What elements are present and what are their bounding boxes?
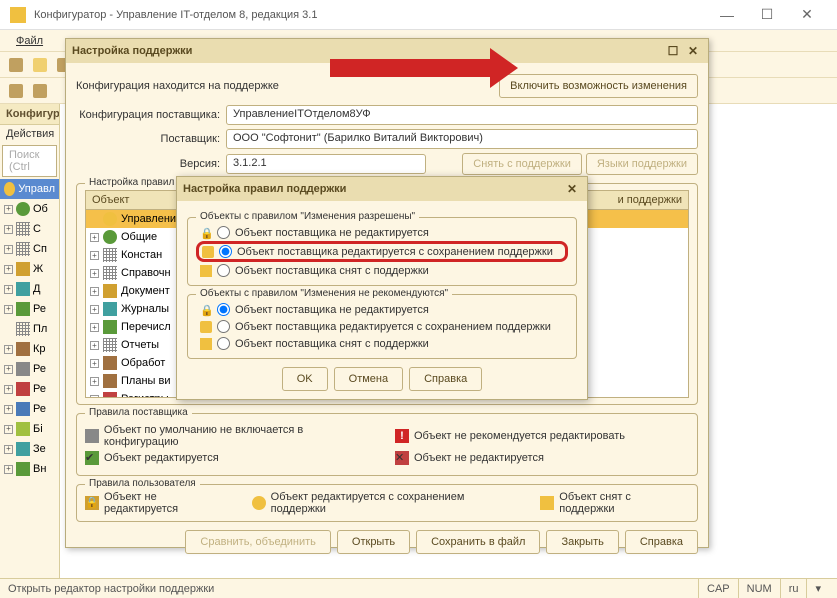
tree-item[interactable]: +Ре — [0, 299, 59, 319]
close-dialog-button[interactable]: Закрыть — [546, 530, 618, 554]
status-lang[interactable]: ru — [780, 579, 807, 598]
close-button[interactable]: ✕ — [787, 0, 827, 30]
sidebar-search[interactable]: Поиск (Ctrl — [2, 145, 57, 177]
tree-item[interactable]: +Ж — [0, 259, 59, 279]
remove-support-button[interactable]: Снять с поддержки — [462, 153, 582, 175]
vendor-rule: ✕Объект не редактируется — [395, 451, 689, 465]
vendor-rule: ✔Объект редактируется — [85, 451, 379, 465]
supplier-field: ООО "Софтонит" (Барилко Виталий Викторов… — [226, 129, 698, 149]
radio-edited-with-support-2[interactable]: Объект поставщика редактируется с сохран… — [196, 318, 568, 335]
dialog-close-icon[interactable]: ✕ — [684, 43, 702, 59]
help-button-2[interactable]: Справка — [409, 367, 482, 391]
dialog2-button-row: OK Отмена Справка — [187, 367, 577, 391]
tree-item[interactable]: +Ре — [0, 379, 59, 399]
save-to-file-button[interactable]: Сохранить в файл — [416, 530, 540, 554]
menu-file[interactable]: Файл — [8, 33, 51, 49]
status-cap: CAP — [698, 579, 738, 598]
dialog2-titlebar: Настройка правил поддержки ✕ — [177, 177, 587, 201]
toolbar-btn-b[interactable] — [29, 80, 51, 102]
maximize-button[interactable]: ☐ — [747, 0, 787, 30]
support-languages-button[interactable]: Языки поддержки — [586, 153, 698, 175]
status-hint: Открыть редактор настройки поддержки — [8, 583, 214, 595]
vendor-config-label: Конфигурация поставщика: — [76, 109, 226, 121]
open-button[interactable]: Открыть — [337, 530, 410, 554]
radio-not-edited-2[interactable]: 🔒Объект поставщика не редактируется — [196, 301, 568, 318]
vendor-config-field[interactable]: УправлениеITОтделом8УФ — [226, 105, 698, 125]
tree-item[interactable]: +Об — [0, 199, 59, 219]
vendor-rule: Объект по умолчанию не включается в конф… — [85, 424, 379, 448]
tree-item[interactable]: +Зе — [0, 439, 59, 459]
version-field: 3.1.2.1 — [226, 154, 426, 174]
radio-removed-support-2[interactable]: Объект поставщика снят с поддержки — [196, 335, 568, 352]
minimize-button[interactable]: — — [707, 0, 747, 30]
radio-removed-support[interactable]: Объект поставщика снят с поддержки — [196, 262, 568, 279]
main-titlebar: Конфигуратор - Управление IT-отделом 8, … — [0, 0, 837, 30]
status-dropdown-icon[interactable]: ▾ — [806, 579, 829, 598]
vendor-rules-fieldset: Правила поставщика Объект по умолчанию н… — [76, 413, 698, 476]
toolbar-btn-new[interactable] — [5, 54, 27, 76]
tree-item[interactable]: +Бі — [0, 419, 59, 439]
dialog-maximize-icon[interactable]: ☐ — [664, 43, 682, 59]
dialog-button-row: Сравнить, объединить Открыть Сохранить в… — [76, 530, 698, 554]
cancel-button[interactable]: Отмена — [334, 367, 403, 391]
tree-item[interactable]: +Сп — [0, 239, 59, 259]
config-tree-sidebar: Конфигур Действия Поиск (Ctrl Управл +Об… — [0, 104, 60, 596]
status-bar: Открыть редактор настройки поддержки CAP… — [0, 578, 837, 598]
tree-item[interactable]: +Кр — [0, 339, 59, 359]
toolbar-btn-a[interactable] — [5, 80, 27, 102]
vendor-rule: !Объект не рекомендуется редактировать — [395, 424, 689, 448]
tree-item[interactable]: +Ре — [0, 359, 59, 379]
config-status-text: Конфигурация находится на поддержке — [76, 80, 499, 92]
help-button[interactable]: Справка — [625, 530, 698, 554]
dialog2-close-icon[interactable]: ✕ — [563, 181, 581, 197]
toolbar-btn-open[interactable] — [29, 54, 51, 76]
sidebar-actions[interactable]: Действия — [0, 125, 59, 143]
radio-not-edited[interactable]: 🔒Объект поставщика не редактируется — [196, 224, 568, 241]
tree-item[interactable]: +Ре — [0, 399, 59, 419]
user-rules-fieldset: Правила пользователя 🔒Объект не редактир… — [76, 484, 698, 522]
status-num: NUM — [738, 579, 780, 598]
sidebar-tab[interactable]: Конфигур — [0, 104, 59, 125]
changes-allowed-fieldset: Объекты с правилом "Изменения разрешены"… — [187, 217, 577, 286]
tree-item[interactable]: +С — [0, 219, 59, 239]
sidebar-root[interactable]: Управл — [0, 179, 59, 199]
tree-item[interactable]: +Вн — [0, 459, 59, 479]
tree-item[interactable]: +Д — [0, 279, 59, 299]
enable-changes-button[interactable]: Включить возможность изменения — [499, 74, 698, 98]
dialog-title: Настройка поддержки — [72, 45, 192, 57]
ok-button[interactable]: OK — [282, 367, 328, 391]
changes-not-recommended-fieldset: Объекты с правилом "Изменения не рекомен… — [187, 294, 577, 359]
annotation-arrow — [330, 59, 490, 77]
compare-merge-button[interactable]: Сравнить, объединить — [185, 530, 330, 554]
tree-item[interactable]: Пл — [0, 319, 59, 339]
app-icon — [10, 7, 26, 23]
window-title: Конфигуратор - Управление IT-отделом 8, … — [34, 9, 707, 21]
user-rule: 🔒Объект не редактируется — [85, 491, 234, 515]
dialog2-title: Настройка правил поддержки — [183, 183, 346, 195]
radio-edited-with-support[interactable]: Объект поставщика редактируется с сохран… — [196, 241, 568, 262]
user-rule: Объект снят с поддержки — [540, 491, 689, 515]
user-rule: Объект редактируется с сохранением подде… — [252, 491, 523, 515]
support-rules-dialog: Настройка правил поддержки ✕ Объекты с п… — [176, 176, 588, 400]
supplier-label: Поставщик: — [76, 133, 226, 145]
version-label: Версия: — [76, 158, 226, 170]
